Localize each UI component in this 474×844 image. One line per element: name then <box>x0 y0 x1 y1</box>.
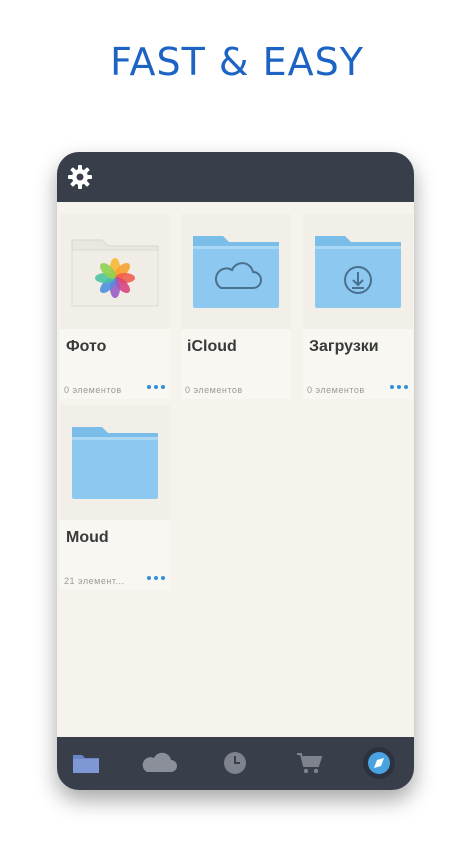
icloud-folder-icon <box>193 236 279 308</box>
folder-icon <box>72 427 158 499</box>
cloud-icon <box>142 752 177 772</box>
file-tile-downloads[interactable]: Загрузки 0 элементов <box>303 214 413 399</box>
file-name: Загрузки <box>309 338 379 355</box>
file-name: Moud <box>66 529 109 546</box>
file-name: iCloud <box>187 338 237 355</box>
nav-cloud[interactable] <box>139 745 179 781</box>
file-name: Фото <box>66 338 107 355</box>
phone-frame: Фото 0 элементов iCloud 0 элементов Загр… <box>57 152 414 790</box>
nav-files[interactable] <box>66 745 106 781</box>
nav-browser[interactable] <box>359 745 399 781</box>
file-count: 21 элемент... <box>64 576 125 586</box>
file-count: 0 элементов <box>64 385 122 395</box>
compass-icon <box>363 747 395 779</box>
file-thumbnail <box>60 214 170 329</box>
headline: FAST & EASY <box>110 40 364 84</box>
more-options-icon[interactable] <box>146 382 166 392</box>
file-thumbnail <box>181 214 291 329</box>
more-options-icon[interactable] <box>389 382 409 392</box>
cart-icon <box>297 753 323 774</box>
nav-recent[interactable] <box>215 745 255 781</box>
nav-cart[interactable] <box>289 745 329 781</box>
more-options-icon[interactable] <box>146 573 166 583</box>
file-count: 0 элементов <box>307 385 365 395</box>
file-tile-photos[interactable]: Фото 0 элементов <box>60 214 170 399</box>
file-count: 0 элементов <box>185 385 243 395</box>
recent-icon <box>224 752 246 774</box>
file-thumbnail <box>60 405 170 520</box>
top-bar <box>57 152 414 202</box>
bottom-nav-bar <box>57 737 414 790</box>
file-grid: Фото 0 элементов iCloud 0 элементов Загр… <box>57 202 414 737</box>
file-tile-icloud[interactable]: iCloud 0 элементов <box>181 214 291 399</box>
photos-icon <box>71 239 159 307</box>
downloads-folder-icon <box>315 236 401 308</box>
file-thumbnail <box>303 214 413 329</box>
files-icon <box>73 755 99 773</box>
file-tile-moud[interactable]: Moud 21 элемент... <box>60 405 170 590</box>
settings-gear-icon[interactable] <box>65 162 95 192</box>
